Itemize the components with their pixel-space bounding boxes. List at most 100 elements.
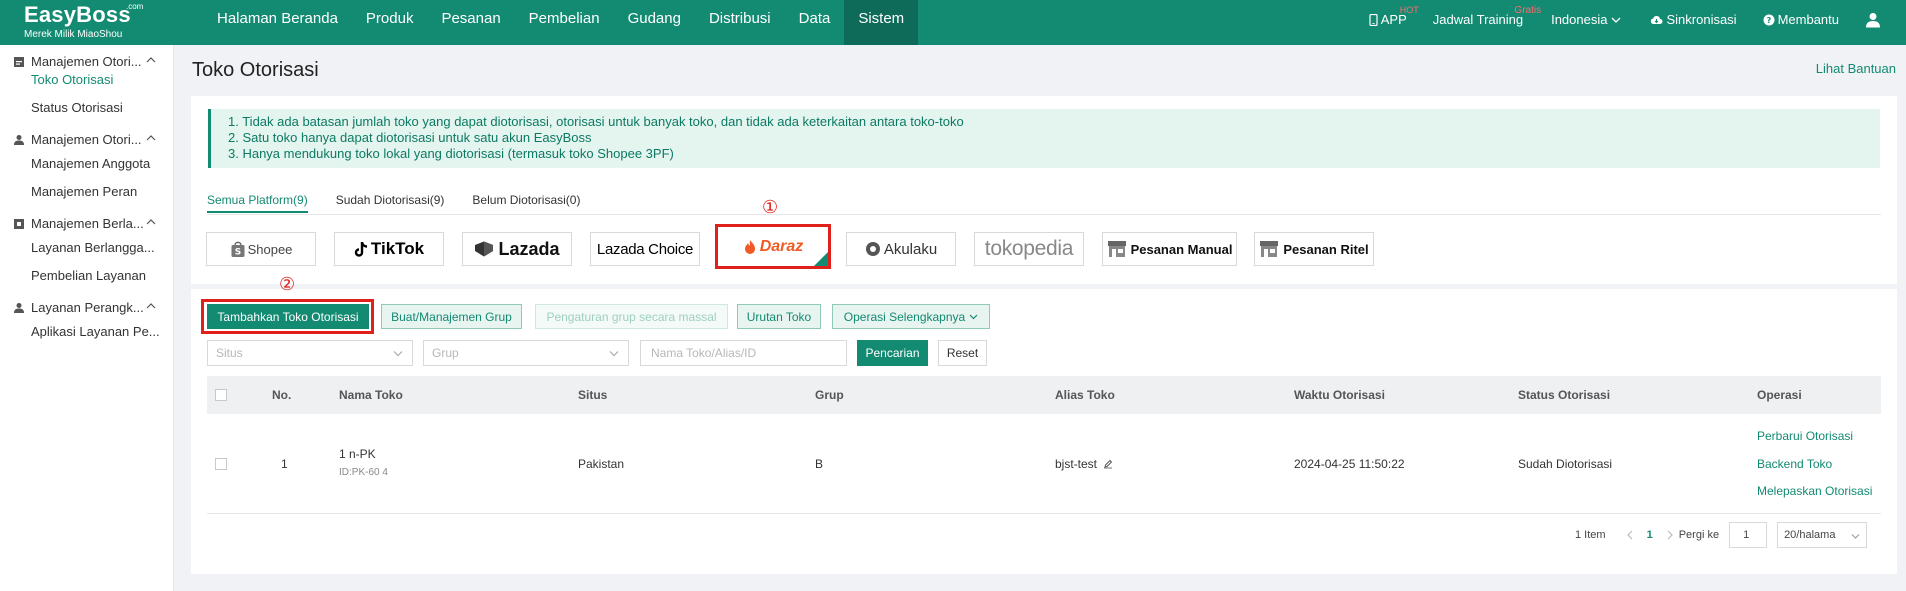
platform-shopee[interactable]: S Shopee (206, 232, 316, 266)
platform-lazada[interactable]: Lazada (462, 232, 572, 266)
pagination: 1 Item 1 Pergi ke 1 20/halama (1575, 521, 1868, 549)
renew-authorization-link[interactable]: Perbarui Otorisasi (1757, 429, 1853, 443)
sidebar-item-manajemen-peran[interactable]: Manajemen Peran (31, 184, 137, 199)
more-operations-dropdown[interactable]: Operasi Selengkapnya (832, 304, 990, 329)
platform-tabs: Semua Platform(9) Sudah Diotorisasi(9) B… (207, 193, 608, 213)
gratis-badge: Gratis (1514, 5, 1542, 16)
add-authorized-store-button[interactable]: Tambahkan Toko Otorisasi (207, 304, 369, 329)
release-authorization-link[interactable]: Melepaskan Otorisasi (1757, 484, 1872, 498)
sidebar-group-subscription[interactable]: Manajemen Berla... (0, 207, 174, 241)
sidebar-item-manajemen-anggota[interactable]: Manajemen Anggota (31, 156, 150, 171)
column-header-shop-name: Nama Toko (339, 388, 403, 402)
svg-text:?: ? (1766, 16, 1771, 25)
reset-button[interactable]: Reset (938, 340, 987, 366)
chevron-up-icon (146, 135, 156, 141)
training-schedule-link[interactable]: Jadwal Training Gratis (1432, 5, 1541, 27)
alias-text: bjst-test (1055, 457, 1098, 471)
column-header-group: Grup (815, 388, 844, 402)
annotation-marker-2: ② (279, 274, 296, 294)
top-navigation-bar: EasyBoss .com Merek Milik MiaoShou Halam… (0, 0, 1906, 45)
row-checkbox[interactable] (215, 458, 227, 470)
edit-pencil-icon[interactable] (1103, 459, 1113, 469)
sidebar-group-device-services[interactable]: Layanan Perangk... (0, 291, 174, 325)
store-icon (14, 57, 24, 67)
column-header-operations: Operasi (1757, 388, 1802, 402)
select-all-checkbox[interactable] (215, 389, 227, 401)
current-page[interactable]: 1 (1647, 529, 1653, 541)
help-button[interactable]: ? Membantu (1763, 12, 1839, 27)
total-items: 1 Item (1575, 529, 1606, 541)
person-icon (14, 135, 24, 145)
notice-line: 3. Hanya mendukung toko lokal yang dioto… (228, 146, 674, 161)
sidebar-item-aplikasi-layanan[interactable]: Aplikasi Layanan Pe... (31, 324, 160, 339)
app-download-link[interactable]: APP HOT (1369, 5, 1419, 27)
notice-line: 1. Tidak ada batasan jumlah toko yang da… (228, 114, 964, 129)
tab-sudah-diotorisasi[interactable]: Sudah Diotorisasi(9) (336, 193, 445, 213)
sidebar-group-label: Manajemen Otori... (31, 54, 142, 69)
nav-pembelian[interactable]: Pembelian (515, 0, 614, 45)
chevron-down-icon (1851, 534, 1860, 539)
chevron-up-icon (146, 303, 156, 309)
column-header-alias: Alias Toko (1055, 388, 1115, 402)
nav-data[interactable]: Data (785, 0, 845, 45)
store-backend-link[interactable]: Backend Toko (1757, 457, 1832, 471)
platform-tokopedia[interactable]: tokopedia (974, 232, 1084, 266)
sidebar-item-toko-otorisasi[interactable]: Toko Otorisasi (31, 72, 113, 87)
nav-produk[interactable]: Produk (352, 0, 428, 45)
platform-pesanan-manual[interactable]: Pesanan Manual (1102, 232, 1237, 266)
user-account-button[interactable] (1865, 12, 1884, 28)
store-search-input[interactable]: Nama Toko/Alias/ID (640, 340, 847, 366)
topbar-actions: APP HOT Jadwal Training Gratis Indonesia… (1369, 0, 1906, 45)
platform-label: Shopee (247, 241, 293, 257)
main-menu: Halaman Beranda Produk Pesanan Pembelian… (203, 0, 919, 45)
chevron-right-icon[interactable] (1666, 530, 1674, 540)
platform-tiktok[interactable]: TikTok (334, 232, 444, 266)
platform-label: Lazada Choice (596, 240, 694, 258)
subscription-icon (14, 219, 24, 229)
search-button[interactable]: Pencarian (857, 340, 928, 366)
sidebar-item-layanan-berlangganan[interactable]: Layanan Berlangga... (31, 240, 155, 255)
notice-line: 2. Satu toko hanya dapat diotorisasi unt… (228, 130, 592, 145)
language-selector[interactable]: Indonesia (1551, 12, 1624, 27)
group-management-button[interactable]: Buat/Manajemen Grup (381, 304, 522, 329)
sidebar-group-label: Layanan Perangk... (31, 300, 144, 315)
selected-corner-marker (814, 252, 828, 266)
goto-page-input[interactable]: 1 (1729, 522, 1768, 548)
group-select[interactable]: Grup (423, 340, 629, 366)
sidebar-item-status-otorisasi[interactable]: Status Otorisasi (31, 100, 123, 115)
sidebar-item-pembelian-layanan[interactable]: Pembelian Layanan (31, 268, 146, 283)
chevron-down-icon (1612, 17, 1621, 23)
tab-belum-diotorisasi[interactable]: Belum Diotorisasi(0) (472, 193, 580, 213)
nav-distribusi[interactable]: Distribusi (695, 0, 785, 45)
chevron-up-icon (146, 57, 156, 63)
sync-button[interactable]: Sinkronisasi (1650, 12, 1737, 27)
chevron-left-icon[interactable] (1626, 530, 1634, 540)
platform-label: Lazada (498, 238, 560, 259)
logo-subtitle: Merek Milik MiaoShou (24, 29, 123, 40)
user-icon (1866, 13, 1880, 28)
platform-lazada-choice[interactable]: Lazada Choice (590, 232, 700, 266)
view-help-link[interactable]: Lihat Bantuan (1816, 61, 1896, 76)
daraz-flame-icon (744, 239, 755, 254)
nav-sistem[interactable]: Sistem (844, 0, 919, 45)
language-label: Indonesia (1551, 12, 1608, 27)
platform-label: tokopedia (984, 237, 1074, 260)
bulk-group-settings-button[interactable]: Pengaturan grup secara massal (535, 304, 728, 329)
platform-akulaku[interactable]: Akulaku (846, 232, 956, 266)
platform-pesanan-ritel[interactable]: Pesanan Ritel (1254, 232, 1374, 266)
nav-halaman-beranda[interactable]: Halaman Beranda (203, 0, 352, 45)
nav-pesanan[interactable]: Pesanan (427, 0, 514, 45)
training-label: Jadwal Training (1432, 12, 1524, 27)
hot-badge: HOT (1399, 5, 1419, 15)
tab-semua-platform[interactable]: Semua Platform(9) (207, 193, 308, 213)
page-size-select[interactable]: 20/halama (1777, 522, 1868, 548)
person-icon (14, 303, 24, 313)
sidebar-group-member-authorization[interactable]: Manajemen Otori... (0, 123, 174, 157)
storefront-icon (1107, 241, 1126, 257)
site-select[interactable]: Situs (207, 340, 413, 366)
shop-group: B (815, 457, 824, 471)
store-order-button[interactable]: Urutan Toko (737, 304, 821, 329)
easyboss-logo[interactable]: EasyBoss .com Merek Milik MiaoShou (22, 2, 150, 42)
nav-gudang[interactable]: Gudang (614, 0, 695, 45)
platform-daraz[interactable]: Daraz (715, 224, 831, 269)
